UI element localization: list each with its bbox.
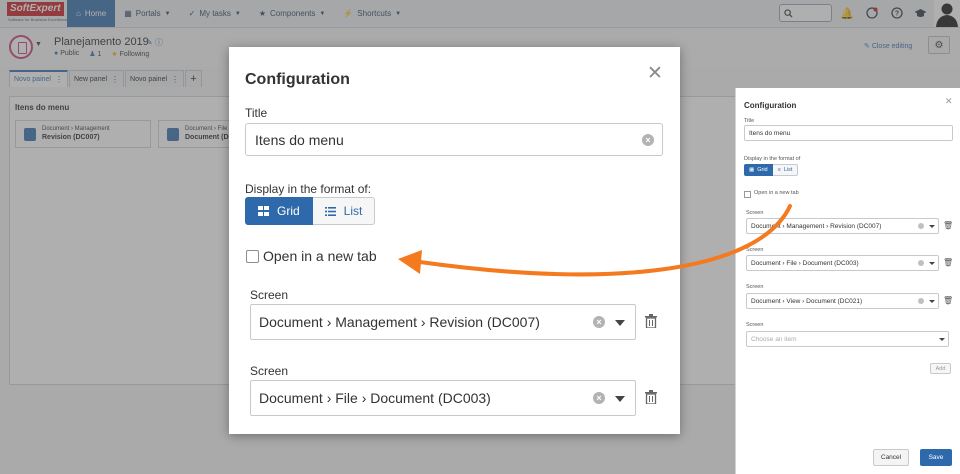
- screen-label: Screen: [746, 247, 764, 253]
- chevron-down-icon[interactable]: [929, 262, 935, 265]
- title-label: Title: [245, 106, 268, 120]
- screen-label: Screen: [746, 284, 764, 290]
- screen-select[interactable]: Document › File › Document (DC003): [746, 255, 939, 271]
- side-title: Configuration: [744, 101, 797, 110]
- open-new-tab-label: Open in a new tab: [754, 190, 799, 196]
- open-new-tab-checkbox[interactable]: [744, 191, 751, 198]
- close-icon[interactable]: ✕: [647, 62, 663, 85]
- clear-icon[interactable]: ×: [593, 392, 605, 404]
- trash-icon[interactable]: 🗑: [943, 221, 953, 230]
- screen-label: Screen: [250, 288, 289, 302]
- trash-icon[interactable]: 🗑: [943, 296, 953, 305]
- add-button[interactable]: Add: [930, 363, 951, 374]
- clear-icon[interactable]: [918, 298, 924, 304]
- chevron-down-icon[interactable]: [929, 225, 935, 228]
- list-icon: [324, 206, 336, 216]
- clear-icon[interactable]: [918, 223, 924, 229]
- screen-select[interactable]: Document › Management › Revision (DC007): [746, 218, 939, 234]
- grid-button[interactable]: ▦ Grid: [744, 164, 773, 176]
- screen-label: Screen: [250, 364, 289, 378]
- grid-icon: [258, 206, 269, 216]
- grid-button[interactable]: Grid: [245, 197, 313, 225]
- list-icon: ≡: [777, 167, 781, 173]
- clear-icon[interactable]: ×: [593, 316, 605, 328]
- screen-label: Screen: [746, 322, 764, 328]
- display-format-label: Display in the format of: [744, 156, 801, 162]
- screen-select[interactable]: Document › View › Document (DC021): [746, 293, 939, 309]
- screen-select[interactable]: Document › Management › Revision (DC007)…: [250, 304, 636, 340]
- screen-select-empty[interactable]: Choose an item: [746, 331, 949, 347]
- modal-title: Configuration: [245, 71, 350, 88]
- title-field[interactable]: Itens do menu: [744, 125, 953, 141]
- list-button[interactable]: ≡ List: [772, 164, 799, 176]
- configuration-modal: Configuration ✕ Title Itens do menu × Di…: [229, 47, 680, 434]
- display-format-toggle: ▦ Grid ≡ List: [744, 164, 799, 176]
- title-field[interactable]: Itens do menu ×: [245, 123, 663, 156]
- screen-select[interactable]: Document › File › Document (DC003) ×: [250, 380, 636, 416]
- display-format-toggle: Grid List: [245, 197, 376, 225]
- title-label: Title: [744, 118, 755, 124]
- grid-icon: ▦: [749, 167, 755, 173]
- save-button[interactable]: Save: [920, 449, 952, 466]
- trash-icon[interactable]: [645, 390, 657, 404]
- open-new-tab-checkbox[interactable]: [246, 250, 259, 263]
- trash-icon[interactable]: 🗑: [943, 258, 953, 267]
- display-format-label: Display in the format of:: [245, 182, 372, 196]
- chevron-down-icon[interactable]: [615, 320, 625, 326]
- chevron-down-icon[interactable]: [615, 396, 625, 402]
- trash-icon[interactable]: [645, 314, 657, 328]
- clear-icon[interactable]: [918, 260, 924, 266]
- open-new-tab-label: Open in a new tab: [263, 248, 377, 264]
- screen-label: Screen: [746, 210, 764, 216]
- clear-icon[interactable]: ×: [642, 134, 654, 146]
- cancel-button[interactable]: Cancel: [873, 449, 909, 466]
- chevron-down-icon[interactable]: [929, 300, 935, 303]
- chevron-down-icon[interactable]: [939, 338, 945, 341]
- side-configuration-panel: Configuration ✕ Title Itens do menu Disp…: [735, 88, 960, 474]
- list-button[interactable]: List: [312, 197, 376, 225]
- close-icon[interactable]: ✕: [945, 96, 953, 107]
